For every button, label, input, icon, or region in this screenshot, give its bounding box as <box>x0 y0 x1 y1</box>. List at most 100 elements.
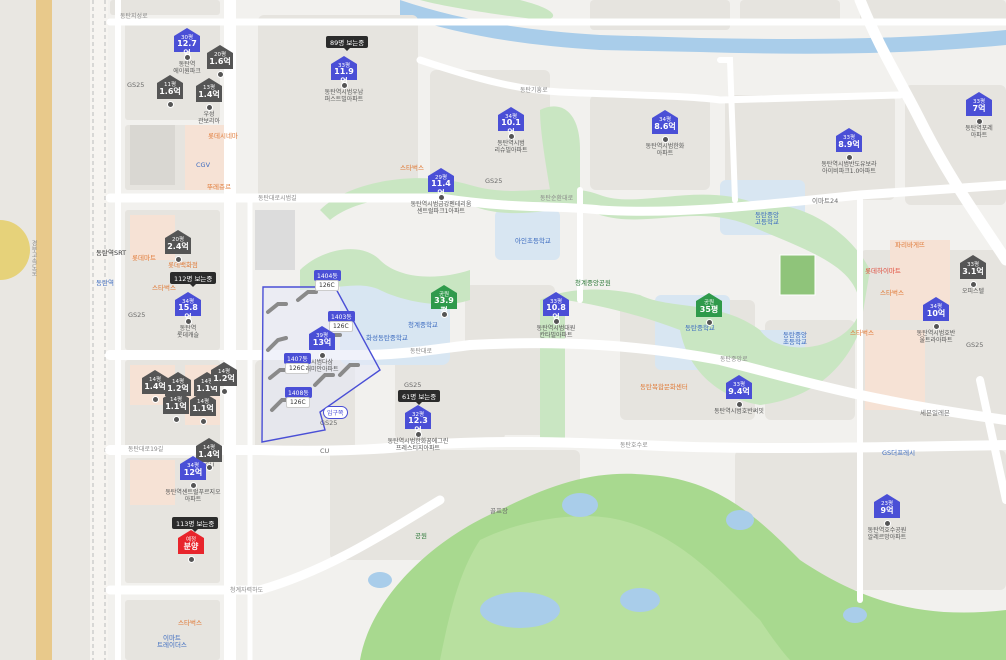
poi-gs25-d[interactable]: GS25 <box>404 382 421 389</box>
dong-type: 126C <box>286 397 310 408</box>
price-marker[interactable]: 33평 7억 동탄역포레 아파트 <box>965 92 993 139</box>
marker-pin-icon <box>976 118 983 125</box>
poi-emart[interactable]: 이마트 트레이더스 <box>157 635 187 649</box>
price-marker[interactable]: 33평11.9억동탄역시범우남 퍼스트빌아파트 <box>325 56 363 103</box>
marker-pin-icon <box>185 318 192 325</box>
viewer-badge[interactable]: 113명 보는중 <box>172 517 219 532</box>
price-marker[interactable]: 34평10.1억동탄역시범 리슈빌아파트 <box>494 107 528 154</box>
price-marker[interactable]: 14평 1.2억 <box>211 362 237 395</box>
marker-price: 1.1억 <box>165 402 187 411</box>
poi-gs-fresh[interactable]: GS더프레시 <box>882 450 915 457</box>
price-marker[interactable]: 34평 8.6억 동탄역시범한화 아파트 <box>646 110 684 157</box>
poi-cu-a[interactable]: CU <box>320 448 329 455</box>
poi-seven[interactable]: 세븐일레븐 <box>920 410 950 417</box>
poi-dongtan[interactable]: 동탄역 <box>96 280 114 287</box>
price-marker[interactable]: 32평12.3억동탄역시범한화꿈에그린 프레스티지아파트 <box>388 405 448 452</box>
poi-lotte-hi[interactable]: 롯데하이마트 <box>865 268 901 275</box>
marker-price: 12억 <box>183 468 203 477</box>
poi-school-a[interactable]: 화성동탄중학교 <box>366 335 408 342</box>
poi-library[interactable]: 동탄복합문화센터 <box>640 384 688 391</box>
poi-gs25-a[interactable]: GS25 <box>127 82 144 89</box>
price-marker[interactable]: 예정 분양 <box>178 530 204 563</box>
price-marker[interactable]: 20평 2.4억 <box>165 230 191 263</box>
marker-price: 13억 <box>312 338 332 347</box>
poi-school-d[interactable]: 동탄중앙 고등학교 <box>755 212 779 226</box>
marker-pin-icon <box>188 556 195 563</box>
price-marker[interactable]: 39평 13억 시범다삼 래미안아파트 <box>305 326 339 373</box>
marker-price: 1.6억 <box>209 57 231 66</box>
highway-label: 경부고속도로 <box>30 240 37 276</box>
marker-pin-icon <box>167 101 174 108</box>
price-marker[interactable]: 13평 1.4억 우성 관보리아 <box>196 78 222 125</box>
poi-dongtan-srt[interactable]: 동탄역SRT <box>96 250 126 257</box>
poi-starbucks-a[interactable]: 스타벅스 <box>152 285 176 292</box>
marker-price: 1.4억 <box>198 90 220 99</box>
price-marker[interactable]: 29평11.4억동탄역시범금강펜테리움 센트럴파크1아파트 <box>411 168 471 215</box>
marker-pin-icon <box>206 104 213 111</box>
marker-pin-icon <box>206 464 213 471</box>
price-marker[interactable]: 공원33.9평 <box>431 285 457 318</box>
marker-pin-icon <box>173 416 180 423</box>
marker-name: 동탄역시범금강펜테리움 센트럴파크1아파트 <box>410 201 472 215</box>
poi-paris[interactable]: 파리바게뜨 <box>895 242 925 249</box>
marker-pin-icon <box>184 54 191 61</box>
poi-tous[interactable]: 뚜레쥬르 <box>207 184 231 191</box>
price-marker[interactable]: 34평15.8억동탄역 롯데캐슬 <box>175 292 201 339</box>
price-marker[interactable]: 20평 1.6억 <box>207 45 233 78</box>
poi-lotte-dept[interactable]: 롯데백화점 <box>168 262 198 269</box>
price-marker[interactable]: 14평 1.1억 <box>163 390 189 423</box>
viewer-badge[interactable]: 89명 보는중 <box>326 36 369 51</box>
price-marker[interactable]: 30평12.7억동탄역 에이원파크 <box>173 28 201 75</box>
poi-school-f[interactable]: 동탄중학교 <box>685 325 715 332</box>
marker-price: 3.1억 <box>962 267 984 276</box>
poi-park[interactable]: 청계중앙공원 <box>575 280 611 287</box>
poi-school-e[interactable]: 동탄중앙 초등학교 <box>783 332 807 346</box>
road-label-6: 동탄순환대로 <box>540 195 574 202</box>
entrance-label[interactable]: 입구쪽 <box>323 406 348 419</box>
road-label-5: 청계자력하도 <box>230 587 264 594</box>
marker-price: 8.6억 <box>654 122 676 131</box>
marker-pin-icon <box>200 418 207 425</box>
poi-gs25-c[interactable]: GS25 <box>485 178 502 185</box>
poi-gs25-f[interactable]: GS25 <box>320 420 337 427</box>
price-marker[interactable]: 33평 9.4억 동탄역시범호반써밋 <box>714 375 764 415</box>
marker-name: 동탄역시범호반 울트라아파트 <box>916 330 956 344</box>
poi-starbucks-c[interactable]: 스타벅스 <box>850 330 874 337</box>
price-marker[interactable]: 33평 3.1억 오피스텔 <box>960 255 986 295</box>
marker-price: 9억 <box>880 506 894 515</box>
road-label-1: 동탄지성로 <box>120 13 148 20</box>
poi-golf[interactable]: 골프장 <box>490 508 508 515</box>
marker-price: 2.4억 <box>167 242 189 251</box>
price-marker[interactable]: 34평 10억 동탄역시범호반 울트라아파트 <box>917 297 955 344</box>
price-marker[interactable]: 14평 1.1억 <box>190 392 216 425</box>
price-marker[interactable]: 11평 1.6억 <box>157 75 183 108</box>
poi-lotte-mart[interactable]: 롯데마트 <box>132 255 156 262</box>
marker-price: 분양 <box>183 542 199 551</box>
dong-type: 126C <box>315 280 339 291</box>
price-marker[interactable]: 34평 12억 동탄역센트럴푸르지오 아파트 <box>165 456 221 503</box>
poi-emart24[interactable]: 이마트24 <box>812 198 838 205</box>
marker-pin-icon <box>736 401 743 408</box>
marker-pin-icon <box>341 82 348 89</box>
marker-pin-icon <box>415 431 422 438</box>
poi-starbucks-b[interactable]: 스타벅스 <box>880 290 904 297</box>
price-marker[interactable]: 33평 8.9억 동탄역시범반도유보라 아이비파크1.0아파트 <box>821 128 877 175</box>
poi-lotte-cinema[interactable]: 롯데시네마 <box>208 133 238 140</box>
marker-pin-icon <box>441 311 448 318</box>
road-label-7: 동탄기흥로 <box>520 87 548 94</box>
viewer-badge[interactable]: 61명 보는중 <box>398 390 441 405</box>
price-marker[interactable]: 23평 9억 동탄역호수공원 알레르망아파트 <box>868 494 906 541</box>
poi-school-b[interactable]: 청계중학교 <box>408 322 438 329</box>
poi-starbucks-d[interactable]: 스타벅스 <box>400 165 424 172</box>
poi-starbucks-drive[interactable]: 스타벅스 <box>178 620 202 627</box>
poi-cgv[interactable]: CGV <box>196 162 210 169</box>
marker-pin-icon <box>933 323 940 330</box>
poi-gs25-b[interactable]: GS25 <box>128 312 145 319</box>
poi-gongwon[interactable]: 공원 <box>415 533 427 540</box>
marker-pin-icon <box>662 136 669 143</box>
price-marker[interactable]: 공원 35평 <box>696 293 722 326</box>
poi-school-c[interactable]: 아인초등학교 <box>515 238 551 245</box>
price-marker[interactable]: 33평10.8억동탄역시범대원 칸타빌아파트 <box>537 292 575 339</box>
viewer-badge[interactable]: 112명 보는중 <box>170 272 217 287</box>
marker-pin-icon <box>508 133 515 140</box>
